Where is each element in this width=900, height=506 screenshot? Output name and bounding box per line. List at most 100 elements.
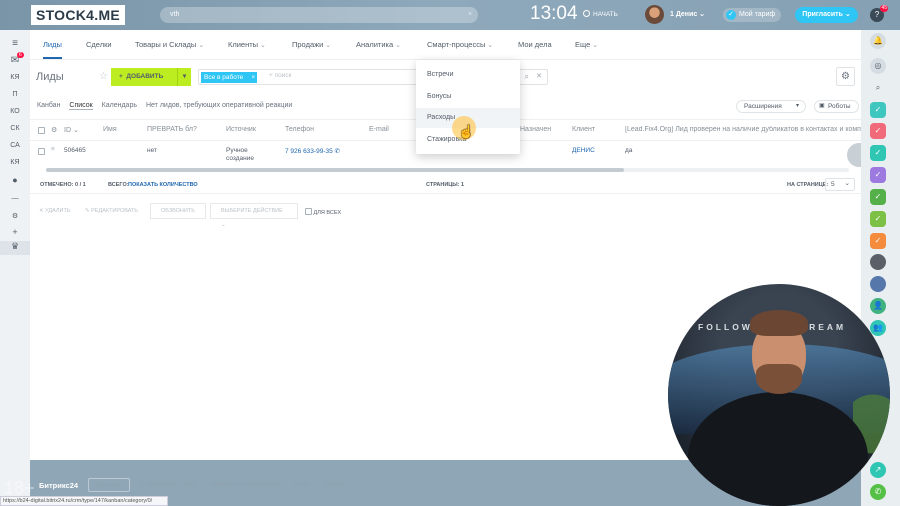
scrollbar-thumb[interactable] — [46, 168, 624, 172]
avatar[interactable] — [870, 254, 886, 270]
per-page-select[interactable]: 5 — [825, 178, 855, 191]
call-button[interactable]: ОБЗВОНИТЬ — [150, 203, 206, 219]
edit-button[interactable]: ✎ РЕДАКТИРОВАТЬ — [85, 208, 138, 214]
gear-icon[interactable]: ⚙ — [51, 126, 57, 134]
company-logo[interactable]: STOCK4.ME — [31, 5, 125, 25]
column-email[interactable]: E-mail — [369, 126, 389, 133]
extensions-button[interactable]: Расширения — [736, 100, 806, 113]
themes-link[interactable]: Темы — [294, 481, 310, 488]
more-icon[interactable]: — — [0, 195, 30, 202]
add-lead-button[interactable]: + ДОБАВИТЬ ▾ — [111, 68, 191, 86]
pages-label: СТРАНИЦЫ: 1 — [426, 182, 465, 188]
sidebar-item-ky[interactable]: КЯ — [0, 74, 30, 81]
plan-button[interactable]: Мой тариф — [723, 8, 782, 22]
global-search-input[interactable]: vth × — [160, 7, 478, 23]
column-client[interactable]: Клиент — [572, 126, 595, 133]
chevron-down-icon[interactable]: ▾ — [177, 68, 191, 86]
webcam-overlay: FOLLOW YOUR DREAM — [668, 284, 890, 506]
crown-icon[interactable]: ♛ — [0, 241, 30, 255]
lead-id[interactable]: 506465 — [64, 147, 86, 154]
language-select[interactable]: Русский — [88, 478, 130, 492]
lead-phone[interactable]: 7 926 633-99-35 ✆ — [285, 147, 340, 155]
task-icon[interactable]: ✓ — [870, 211, 886, 227]
start-workday-button[interactable]: НАЧАТЬ — [583, 10, 618, 18]
column-duplicates-check[interactable]: [Lead.Fix4.Org] Лид проверен на наличие … — [625, 126, 861, 133]
lead-client[interactable]: ДЕНИС — [572, 147, 595, 154]
user-name-menu[interactable]: 1 Денис ⌄ — [670, 10, 705, 18]
filter-chip[interactable]: Все в работе × — [201, 72, 258, 83]
sidebar-item-ky2[interactable]: КЯ — [0, 159, 30, 166]
for-all-toggle[interactable]: ДЛЯ ВСЕХ — [305, 208, 341, 216]
column-convert[interactable]: ПРЕВРАТЬ бл? — [147, 126, 197, 133]
column-name[interactable]: Имя — [103, 126, 117, 133]
column-id[interactable]: ID ⌄ — [64, 126, 79, 134]
tab-more[interactable]: Еще — [575, 40, 598, 49]
task-icon[interactable]: ✓ — [870, 145, 886, 161]
task-icon[interactable]: ✓ — [870, 189, 886, 205]
star-icon[interactable]: ☆ — [99, 71, 108, 82]
task-icon[interactable]: ✓ — [870, 102, 886, 118]
invite-button[interactable]: Пригласить ⌄ — [795, 7, 858, 23]
gear-icon[interactable]: ⚙ — [836, 67, 855, 86]
search-icon[interactable]: ⌕ — [525, 72, 529, 82]
phone-icon[interactable]: ✆ — [335, 148, 340, 155]
add-icon[interactable]: + — [0, 227, 30, 237]
select-all-checkbox[interactable] — [38, 127, 45, 134]
help-button[interactable]: ? 45 — [870, 5, 888, 22]
hand-cursor-icon: ☝ — [458, 124, 475, 139]
print-link[interactable]: Печать — [323, 481, 344, 488]
notifications-icon[interactable]: 🔔 — [870, 33, 886, 49]
help-label: ? — [874, 10, 880, 19]
menu-item-meetings[interactable]: Встречи — [416, 65, 520, 85]
lead-convert: нет — [147, 147, 157, 154]
search-icon[interactable]: ⌕ — [870, 80, 886, 96]
show-count-link[interactable]: ПОКАЗАТЬ КОЛИЧЕСТВО — [128, 182, 198, 188]
language-label: Русский — [95, 482, 120, 489]
no-urgent-leads[interactable]: Нет лидов, требующих оперативной реакции — [146, 102, 292, 109]
close-icon[interactable]: ✕ — [536, 72, 542, 80]
view-kanban[interactable]: Канбан — [37, 102, 60, 109]
sidebar-item-ko[interactable]: КО — [0, 108, 30, 115]
view-list[interactable]: Список — [69, 102, 93, 110]
tab-leads[interactable]: Лиды — [43, 40, 62, 59]
chat-bubble-icon[interactable]: ◎ — [870, 58, 886, 74]
tab-deals[interactable]: Сделки — [86, 40, 112, 49]
for-all-checkbox[interactable] — [305, 208, 312, 215]
tab-analytics[interactable]: Аналитика — [356, 40, 401, 49]
task-icon[interactable]: ✓ — [870, 123, 886, 139]
task-icon[interactable]: ✓ — [870, 167, 886, 183]
lead-duplicates-checked: да — [625, 147, 633, 154]
column-phone[interactable]: Телефон — [285, 126, 314, 133]
task-icon[interactable]: ✓ — [870, 233, 886, 249]
avatar[interactable] — [645, 5, 664, 24]
menu-toggle-icon[interactable]: ≡ — [0, 38, 30, 49]
tab-clients[interactable]: Клиенты — [228, 40, 266, 49]
partner-link[interactable]: Связаться с партнером — [210, 481, 281, 488]
robots-button[interactable]: Роботы — [814, 100, 859, 113]
column-assigned[interactable]: Назначен — [520, 126, 551, 133]
horizontal-scrollbar[interactable] — [46, 168, 849, 172]
delete-button[interactable]: ✕ УДАЛИТЬ — [39, 208, 70, 214]
action-select[interactable]: ВЫБЕРИТЕ ДЕЙСТВИЕ ⌄ — [210, 203, 298, 228]
user-icon[interactable]: 👤 — [870, 298, 886, 314]
action-bar: ✕ УДАЛИТЬ ✎ РЕДАКТИРОВАТЬ ОБЗВОНИТЬ ВЫБЕ… — [30, 202, 861, 228]
sidebar-item-p[interactable]: П — [0, 91, 30, 98]
tab-my-tasks[interactable]: Мои дела — [518, 40, 552, 49]
menu-item-bonuses[interactable]: Бонусы — [416, 87, 520, 107]
column-source[interactable]: Источник — [226, 126, 256, 133]
tab-sales[interactable]: Продажи — [292, 40, 331, 49]
sidebar-item-sk[interactable]: СК — [0, 125, 30, 132]
view-calendar[interactable]: Календарь — [102, 102, 137, 109]
check-icon[interactable]: ● — [0, 175, 30, 185]
close-icon[interactable]: × — [468, 7, 472, 23]
chat-icon[interactable]: ✉ 6 — [0, 52, 30, 66]
gear-icon[interactable]: ⚙ — [0, 212, 30, 220]
close-icon[interactable]: × — [251, 72, 255, 83]
menu-icon[interactable]: ≡ — [51, 146, 55, 153]
tab-products[interactable]: Товары и Склады — [135, 40, 204, 49]
avatar[interactable] — [870, 276, 886, 292]
bitrix-brand[interactable]: Битрикс24 — [39, 481, 78, 490]
tab-smart-processes[interactable]: Смарт-процессы — [427, 40, 493, 49]
row-checkbox[interactable] — [38, 148, 45, 155]
sidebar-item-sa[interactable]: СА — [0, 142, 30, 149]
